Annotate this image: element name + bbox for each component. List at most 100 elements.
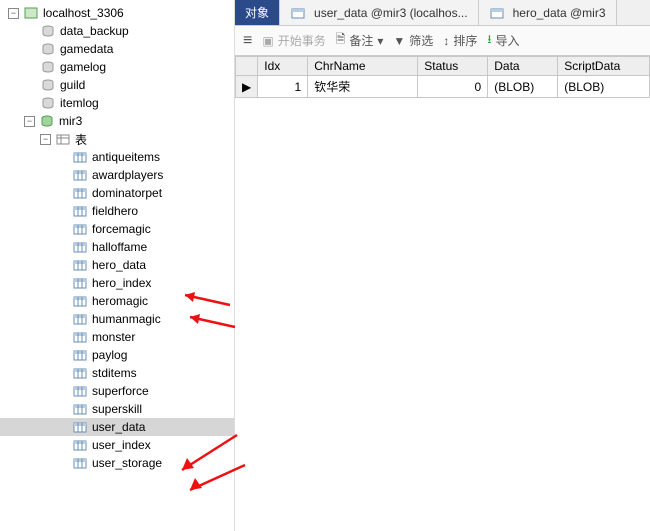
tab-user-data[interactable]: user_data @mir3 (localhos...	[280, 0, 479, 25]
data-grid[interactable]: Idx ChrName Status Data ScriptData ▶ 1 钦…	[235, 56, 650, 531]
tree-table-forcemagic[interactable]: forcemagic	[0, 220, 234, 238]
table-icon	[72, 294, 88, 308]
table-row[interactable]: ▶ 1 钦华荣 0 (BLOB) (BLOB)	[236, 76, 650, 98]
cell-idx[interactable]: 1	[258, 76, 308, 98]
root-label: localhost_3306	[43, 6, 124, 20]
tree-table-user_data[interactable]: user_data	[0, 418, 234, 436]
cell-status[interactable]: 0	[418, 76, 488, 98]
db-label: gamedata	[60, 42, 113, 56]
collapse-icon[interactable]: −	[24, 116, 35, 127]
table-label: superforce	[92, 384, 149, 398]
table-icon	[290, 6, 306, 20]
btn-label: 开始事务	[278, 32, 326, 49]
col-scriptdata[interactable]: ScriptData	[558, 57, 650, 76]
tree-table-stditems[interactable]: stditems	[0, 364, 234, 382]
table-icon	[489, 6, 505, 20]
tree-table-user_storage[interactable]: user_storage	[0, 454, 234, 472]
col-idx[interactable]: Idx	[258, 57, 308, 76]
play-icon: ▣	[262, 34, 273, 48]
database-icon	[40, 96, 56, 110]
btn-label: 导入	[496, 32, 520, 49]
table-label: superskill	[92, 402, 142, 416]
tree-tables-folder[interactable]: − 表	[0, 130, 234, 148]
tree-table-humanmagic[interactable]: humanmagic	[0, 310, 234, 328]
cell-data[interactable]: (BLOB)	[488, 76, 558, 98]
tree-db-guild[interactable]: guild	[0, 76, 234, 94]
cell-chrname[interactable]: 钦华荣	[308, 76, 418, 98]
table-icon	[72, 222, 88, 236]
main-pane: 对象 user_data @mir3 (localhos... hero_dat…	[235, 0, 650, 531]
collapse-icon[interactable]: −	[40, 134, 51, 145]
collapse-icon[interactable]: −	[8, 8, 19, 19]
tree-db-data_backup[interactable]: data_backup	[0, 22, 234, 40]
col-chrname[interactable]: ChrName	[308, 57, 418, 76]
btn-label: 备注	[349, 32, 373, 49]
begin-transaction-button[interactable]: ▣ 开始事务	[262, 32, 325, 49]
table-icon	[72, 204, 88, 218]
tree-table-user_index[interactable]: user_index	[0, 436, 234, 454]
table-icon	[72, 384, 88, 398]
tree-table-monster[interactable]: monster	[0, 328, 234, 346]
db-tree[interactable]: − localhost_3306 data_backup gamedata game…	[0, 0, 235, 531]
toolbar: ≡ ▣ 开始事务 🗎备注 ▾ ▼ 筛选 ↕排序 ⭳导入	[235, 26, 650, 56]
col-data[interactable]: Data	[488, 57, 558, 76]
tree-db-mir3[interactable]: − mir3	[0, 112, 234, 130]
note-icon: 🗎	[336, 30, 346, 51]
btn-label: 筛选	[409, 32, 433, 49]
tab-label: 对象	[245, 4, 269, 21]
sort-icon: ↕	[443, 34, 449, 48]
tree-table-heromagic[interactable]: heromagic	[0, 292, 234, 310]
tab-bar: 对象 user_data @mir3 (localhos... hero_dat…	[235, 0, 650, 26]
cell-scriptdata[interactable]: (BLOB)	[558, 76, 650, 98]
sort-button[interactable]: ↕排序	[443, 32, 477, 49]
db-label: gamelog	[60, 60, 106, 74]
menu-icon: ≡	[243, 32, 252, 50]
current-row-marker: ▶	[236, 76, 258, 98]
table-label: monster	[92, 330, 135, 344]
tree-db-gamedata[interactable]: gamedata	[0, 40, 234, 58]
tree-db-gamelog[interactable]: gamelog	[0, 58, 234, 76]
table-label: antiqueitems	[92, 150, 160, 164]
filter-button[interactable]: ▼ 筛选	[393, 32, 433, 49]
tree-table-hero_index[interactable]: hero_index	[0, 274, 234, 292]
table-label: awardplayers	[92, 168, 163, 182]
tree-table-superforce[interactable]: superforce	[0, 382, 234, 400]
db-label: mir3	[59, 114, 82, 128]
table-icon	[72, 276, 88, 290]
table-label: heromagic	[92, 294, 148, 308]
table-label: hero_data	[92, 258, 146, 272]
tree-table-awardplayers[interactable]: awardplayers	[0, 166, 234, 184]
tree-table-dominatorpet[interactable]: dominatorpet	[0, 184, 234, 202]
table-icon	[72, 168, 88, 182]
tree-root[interactable]: − localhost_3306	[0, 4, 234, 22]
database-icon	[40, 24, 56, 38]
table-icon	[72, 186, 88, 200]
table-icon	[72, 420, 88, 434]
database-icon	[40, 60, 56, 74]
table-label: user_storage	[92, 456, 162, 470]
chevron-down-icon: ▾	[377, 34, 383, 48]
tab-label: user_data @mir3 (localhos...	[314, 6, 468, 20]
col-status[interactable]: Status	[418, 57, 488, 76]
menu-button[interactable]: ≡	[243, 32, 252, 50]
tree-table-paylog[interactable]: paylog	[0, 346, 234, 364]
tree-table-hero_data[interactable]: hero_data	[0, 256, 234, 274]
import-button[interactable]: ⭳导入	[487, 30, 519, 51]
table-label: user_index	[92, 438, 151, 452]
database-icon	[39, 114, 55, 128]
tree-table-halloffame[interactable]: halloffame	[0, 238, 234, 256]
tab-hero-data[interactable]: hero_data @mir3	[479, 0, 617, 25]
funnel-icon: ▼	[393, 34, 405, 48]
tree-table-superskill[interactable]: superskill	[0, 400, 234, 418]
table-icon	[72, 402, 88, 416]
table-label: fieldhero	[92, 204, 138, 218]
server-icon	[23, 6, 39, 20]
tree-table-fieldhero[interactable]: fieldhero	[0, 202, 234, 220]
table-icon	[72, 240, 88, 254]
tree-table-antiqueitems[interactable]: antiqueitems	[0, 148, 234, 166]
tab-objects[interactable]: 对象	[235, 0, 280, 25]
memo-button[interactable]: 🗎备注 ▾	[336, 30, 384, 51]
db-label: data_backup	[60, 24, 129, 38]
db-label: guild	[60, 78, 85, 92]
tree-db-itemlog[interactable]: itemlog	[0, 94, 234, 112]
